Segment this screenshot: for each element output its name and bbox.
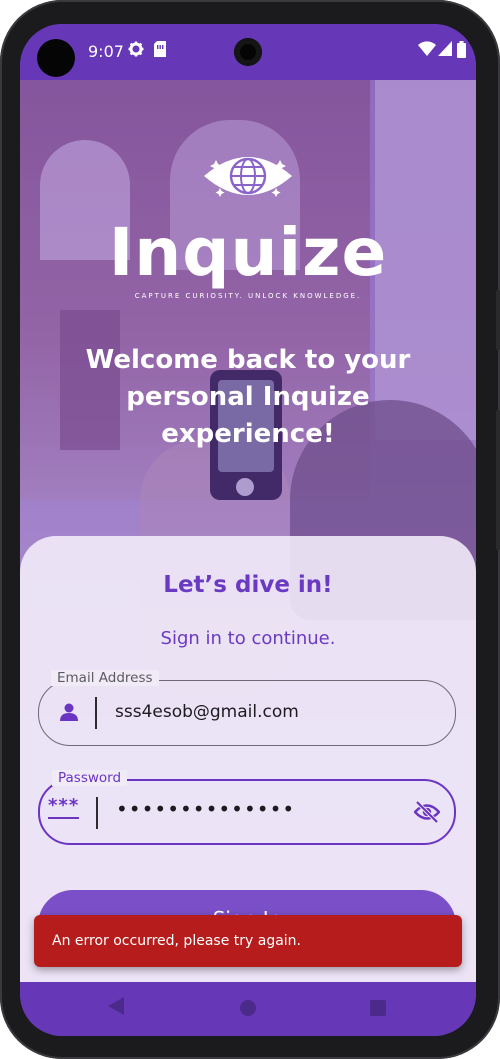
- email-field[interactable]: Email Address sss4esob@gmail.com: [38, 670, 456, 746]
- email-input[interactable]: sss4esob@gmail.com: [115, 702, 299, 722]
- welcome-line: experience!: [161, 419, 335, 449]
- welcome-line: Welcome back to your: [85, 345, 411, 375]
- error-snackbar: An error occurred, please try again.: [34, 915, 462, 967]
- front-camera: [234, 38, 262, 66]
- email-label: Email Address: [51, 670, 159, 686]
- sim-card-icon: [154, 41, 166, 62]
- home-icon[interactable]: [240, 1000, 256, 1016]
- password-input[interactable]: ••••••••••••••: [116, 797, 295, 821]
- welcome-line: personal Inquize: [126, 382, 370, 412]
- camera-cutout: [37, 39, 75, 77]
- password-icon: ***: [48, 795, 80, 819]
- power-button: [496, 410, 500, 550]
- phone-frame: 9:07 Inquize CAPTURE CURIOSITY. UNLOCK K…: [0, 0, 500, 1059]
- login-title: Let’s dive in!: [163, 572, 333, 598]
- signal-icon: [438, 41, 452, 61]
- status-time: 9:07: [88, 42, 124, 61]
- battery-icon: [457, 41, 466, 63]
- brand-tagline: CAPTURE CURIOSITY. UNLOCK KNOWLEDGE.: [134, 292, 362, 300]
- field-divider: [95, 697, 97, 729]
- system-nav-bar: [20, 982, 476, 1036]
- visibility-off-icon[interactable]: [413, 800, 441, 828]
- app-logo: [20, 148, 476, 209]
- status-bar: 9:07: [20, 24, 476, 80]
- settings-icon: [128, 41, 144, 62]
- screen: 9:07 Inquize CAPTURE CURIOSITY. UNLOCK K…: [20, 24, 476, 1036]
- welcome-heading: Welcome back to your personal Inquize ex…: [70, 342, 426, 453]
- password-icon-text: ***: [48, 795, 80, 819]
- volume-button: [496, 290, 500, 350]
- person-icon: [59, 702, 79, 727]
- wifi-icon: [418, 41, 436, 61]
- login-subtitle: Sign in to continue.: [160, 628, 336, 649]
- brand-name: Inquize: [108, 214, 388, 291]
- password-label: Password: [52, 770, 128, 786]
- field-divider: [96, 797, 98, 829]
- recents-icon[interactable]: [370, 1000, 386, 1016]
- password-field[interactable]: Password *** ••••••••••••••: [38, 770, 456, 845]
- back-icon[interactable]: [108, 997, 124, 1020]
